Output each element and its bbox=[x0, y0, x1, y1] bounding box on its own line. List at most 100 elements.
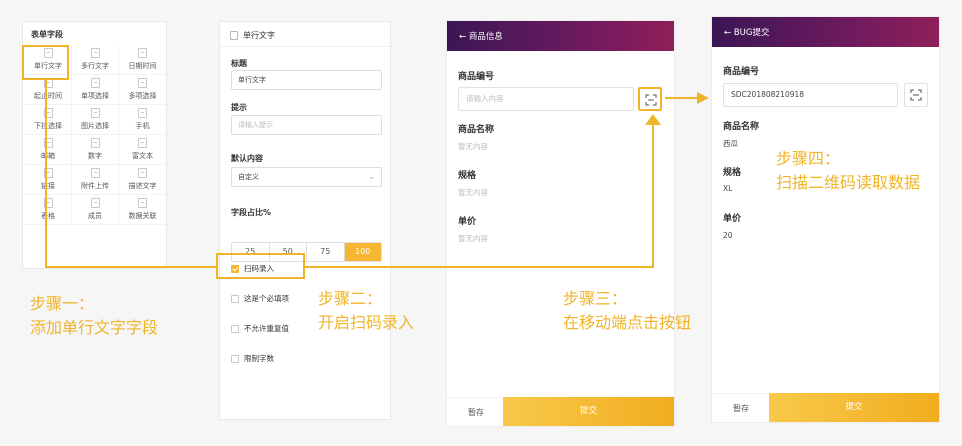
step3-desc: 在移动端点击按钮 bbox=[563, 313, 692, 332]
product-code-input[interactable]: SDC201808210918 bbox=[723, 83, 898, 107]
step3-caption: 步骤三： 在移动端点击按钮 bbox=[563, 287, 691, 335]
step2-highlight bbox=[216, 253, 305, 279]
connector-line bbox=[45, 266, 216, 268]
back-arrow-icon[interactable]: ← bbox=[724, 28, 731, 38]
palette-item[interactable]: 附件上传 bbox=[72, 165, 119, 195]
palette-item-label: 手机 bbox=[135, 122, 150, 130]
product-name-value: 暂无内容 bbox=[458, 142, 488, 151]
mobile-title-text: 商品信息 bbox=[468, 32, 503, 42]
chevron-down-icon: ⌄ bbox=[368, 172, 375, 181]
price-label: 单价 bbox=[458, 217, 477, 227]
palette-item[interactable]: 数字 bbox=[72, 135, 119, 165]
checkbox-icon bbox=[231, 324, 239, 333]
field-type-icon bbox=[138, 78, 147, 88]
scan-button[interactable] bbox=[638, 87, 662, 111]
spec-value: 暂无内容 bbox=[458, 188, 488, 197]
title-input[interactable]: 单行文字 bbox=[231, 70, 382, 90]
palette-item[interactable]: 链接 bbox=[25, 165, 72, 195]
checkbox-icon bbox=[231, 354, 239, 363]
submit-button[interactable]: 提交 bbox=[769, 393, 939, 422]
palette-title: 表单字段 bbox=[31, 30, 63, 39]
default-select-value: 自定义 bbox=[238, 173, 259, 181]
spec-value: XL bbox=[723, 184, 733, 193]
palette-item-label: 数据关联 bbox=[128, 212, 157, 220]
arrow-right-icon bbox=[697, 92, 709, 104]
step2-caption: 步骤二： 开启扫码录入 bbox=[318, 287, 414, 335]
step1-highlight bbox=[22, 45, 69, 80]
palette-item[interactable]: 表格 bbox=[25, 195, 72, 225]
field-type-icon bbox=[138, 198, 147, 208]
checkbox-label: 限制字数 bbox=[244, 354, 274, 363]
mobile-form-bug-submit: ← BUG提交 商品编号 SDC201808210918 商品名称 西瓜 规格 … bbox=[711, 16, 940, 423]
spec-label: 规格 bbox=[723, 168, 742, 178]
product-code-input[interactable]: 请输入内容 bbox=[458, 87, 634, 111]
step2-title: 步骤二： bbox=[318, 289, 383, 308]
palette-item[interactable]: 数据关联 bbox=[119, 195, 166, 225]
palette-item-label: 数字 bbox=[88, 152, 102, 160]
save-draft-button[interactable]: 暂存 bbox=[712, 393, 770, 422]
divider bbox=[220, 46, 390, 47]
palette-item[interactable]: 成员 bbox=[72, 195, 119, 225]
palette-item[interactable]: 多项选择 bbox=[119, 75, 166, 105]
scan-icon bbox=[910, 89, 922, 101]
width-option-75[interactable]: 75 bbox=[307, 243, 345, 261]
palette-item[interactable]: 多行文字 bbox=[72, 45, 119, 75]
product-code-label: 商品编号 bbox=[723, 67, 760, 77]
checkbox-limit-chars[interactable]: 限制字数 bbox=[231, 353, 274, 364]
palette-item-label: 单项选择 bbox=[81, 92, 109, 100]
price-value: 20 bbox=[723, 231, 733, 240]
checkbox-required[interactable]: 这是个必填项 bbox=[231, 293, 289, 304]
checkbox-icon bbox=[231, 294, 239, 303]
field-type-icon bbox=[90, 168, 100, 178]
mobile-header-title: ← 商品信息 bbox=[459, 30, 503, 42]
palette-item[interactable]: 描述文字 bbox=[119, 165, 166, 195]
palette-item[interactable]: 下拉选择 bbox=[25, 105, 72, 135]
scan-button[interactable] bbox=[904, 83, 928, 107]
scan-icon bbox=[645, 94, 657, 106]
width-option-100[interactable]: 100 bbox=[344, 243, 381, 261]
palette-item[interactable]: 富文本 bbox=[119, 135, 166, 165]
hint-input[interactable]: 请输入提示 bbox=[231, 115, 382, 135]
checkbox-label: 这是个必填项 bbox=[244, 294, 289, 303]
field-type-icon bbox=[138, 168, 147, 178]
checkbox-no-duplicates[interactable]: 不允许重复值 bbox=[231, 323, 289, 334]
palette-item-label: 多行文字 bbox=[81, 62, 109, 70]
mobile-form-product-info: ← 商品信息 商品编号 请输入内容 商品名称 暂无内容 规格 暂无内容 单价 暂… bbox=[446, 20, 675, 427]
palette-item[interactable]: 单项选择 bbox=[72, 75, 119, 105]
default-select[interactable]: 自定义 ⌄ bbox=[231, 167, 382, 187]
save-draft-button[interactable]: 暂存 bbox=[447, 397, 505, 426]
palette-item-label: 链接 bbox=[41, 182, 55, 190]
palette-item-label: 附件上传 bbox=[81, 182, 109, 190]
palette-item[interactable]: 日期时间 bbox=[119, 45, 166, 75]
checkbox-label: 不允许重复值 bbox=[244, 324, 289, 333]
field-type-icon bbox=[90, 138, 100, 148]
step1-caption: 步骤一： 添加单行文字字段 bbox=[30, 292, 158, 340]
submit-button[interactable]: 提交 bbox=[503, 397, 674, 426]
product-name-value: 西瓜 bbox=[723, 139, 738, 148]
title-label: 标题 bbox=[231, 59, 247, 68]
step4-title: 步骤四： bbox=[776, 149, 841, 168]
palette-item[interactable]: 图片选择 bbox=[72, 105, 119, 135]
palette-item-label: 成员 bbox=[88, 212, 102, 220]
palette-item-label: 下拉选择 bbox=[34, 122, 62, 130]
field-type-icon bbox=[90, 48, 100, 58]
product-name-label: 商品名称 bbox=[723, 122, 760, 132]
back-arrow-icon[interactable]: ← bbox=[459, 32, 466, 42]
field-settings-panel: 单行文字 标题 单行文字 提示 请输入提示 默认内容 自定义 ⌄ 字段占比% 2… bbox=[219, 21, 391, 420]
connector-line bbox=[652, 124, 654, 268]
field-type-icon bbox=[90, 78, 100, 88]
palette-item-label: 图片选择 bbox=[81, 122, 109, 130]
step4-desc: 扫描二维码读取数据 bbox=[776, 173, 921, 192]
palette-item[interactable]: 手机 bbox=[119, 105, 166, 135]
palette-item-label: 邮箱 bbox=[41, 152, 55, 160]
default-label: 默认内容 bbox=[231, 154, 263, 163]
field-type-icon bbox=[138, 48, 147, 58]
mobile-header-title: ← BUG提交 bbox=[724, 26, 769, 38]
step2-desc: 开启扫码录入 bbox=[318, 313, 415, 332]
palette-item[interactable]: 邮箱 bbox=[25, 135, 72, 165]
product-name-label: 商品名称 bbox=[458, 125, 495, 135]
palette-item-label: 描述文字 bbox=[128, 182, 157, 190]
text-field-icon bbox=[230, 31, 238, 40]
hint-label: 提示 bbox=[231, 103, 247, 112]
step1-desc: 添加单行文字字段 bbox=[30, 318, 159, 337]
